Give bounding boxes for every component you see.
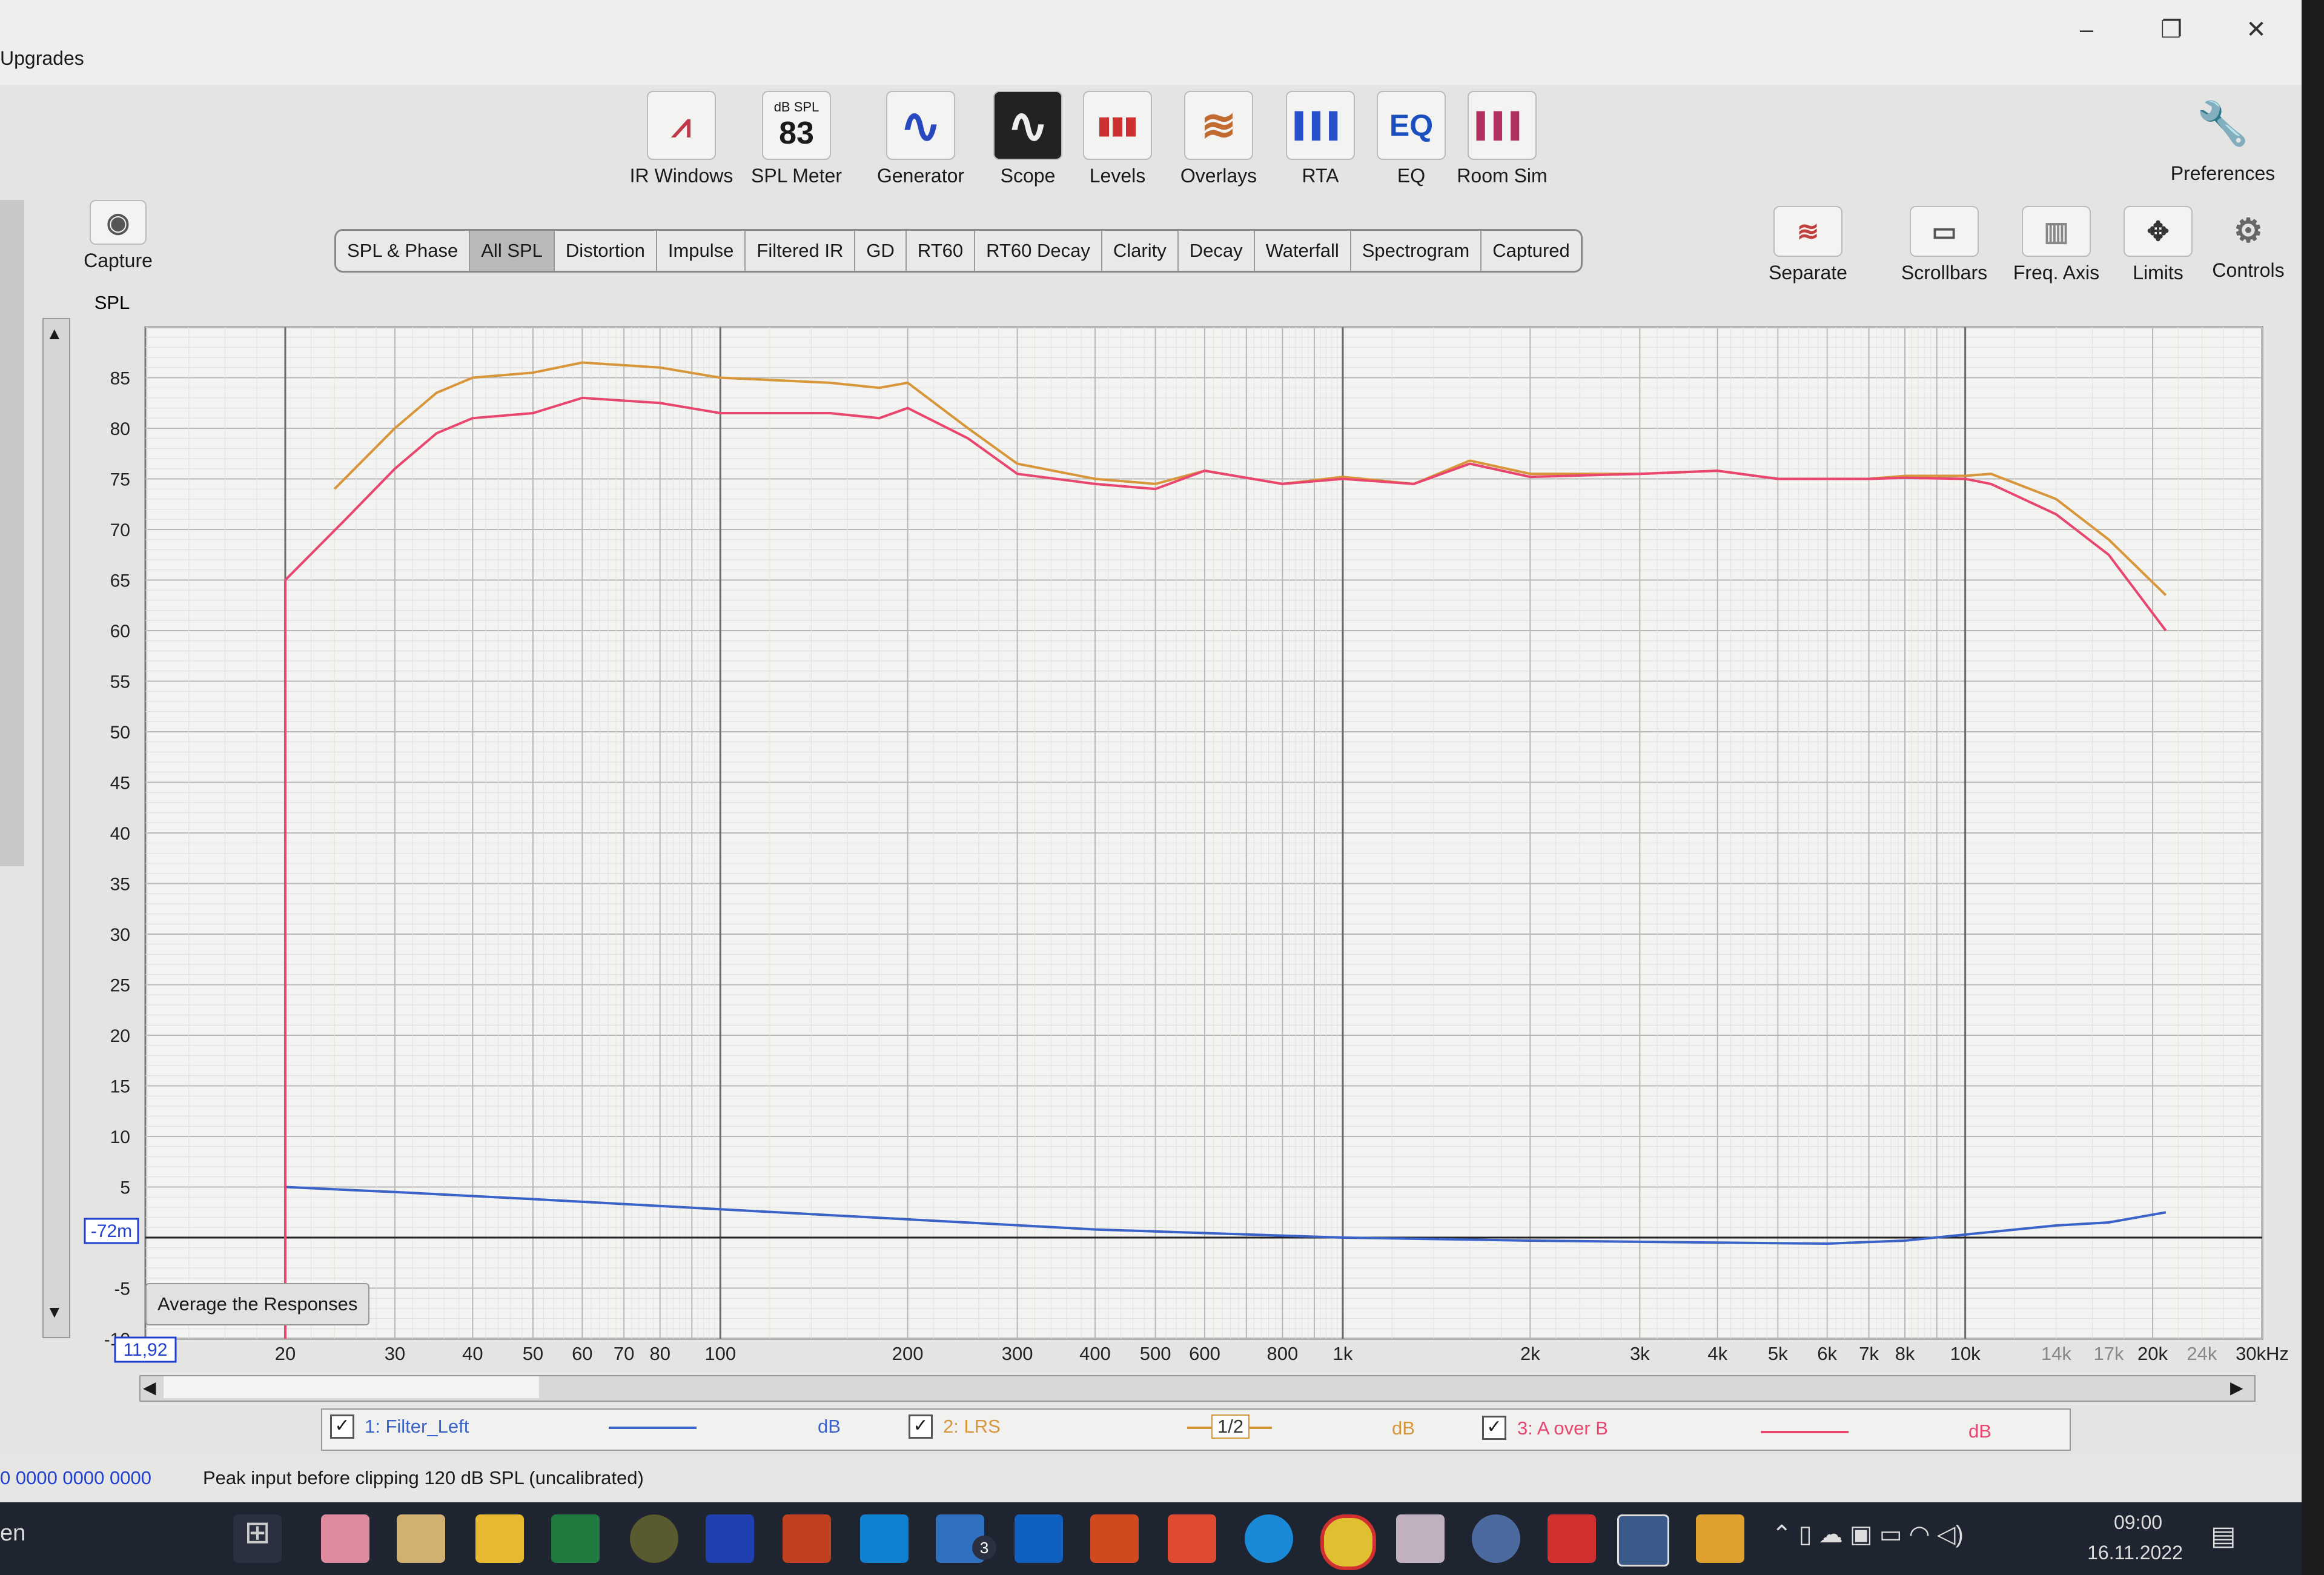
x-tick-label: 8k: [1895, 1343, 1915, 1364]
notification-icon[interactable]: ▤: [2211, 1520, 2236, 1551]
mcafee-icon[interactable]: [783, 1514, 831, 1563]
y-tick-label: 75: [110, 470, 130, 490]
x-tick-label: 80: [649, 1343, 670, 1364]
spl-graph[interactable]: SPL 85 80 75 70 65 60 55 50 45 40 35 30 25 20 15 10 5 -5 -…: [0, 0, 2324, 1575]
acrobat-icon[interactable]: [1548, 1514, 1596, 1563]
y-tick-label: 5: [120, 1178, 130, 1198]
edge-icon[interactable]: [1245, 1514, 1293, 1563]
notes-icon[interactable]: [397, 1514, 445, 1563]
freq-start-readout: 11,92: [124, 1340, 168, 1360]
app-icon-flame[interactable]: [1696, 1514, 1744, 1563]
x-tick-label: 5k: [1768, 1343, 1788, 1364]
y-tick-label: 60: [110, 622, 130, 642]
y-axis-label: SPL: [94, 292, 130, 313]
legend-unit-1: dB: [818, 1416, 841, 1437]
legend-swatch-1: [609, 1427, 697, 1429]
y-tick-label: 35: [110, 875, 130, 895]
x-tick-label: 7k: [1859, 1343, 1879, 1364]
marker-readout: -72m: [91, 1221, 132, 1241]
y-tick-label: 40: [110, 824, 130, 844]
x-tick-label: 500: [1140, 1343, 1171, 1364]
rew-icon[interactable]: [1617, 1514, 1669, 1567]
y-tick-label: 80: [110, 419, 130, 439]
legend-unit-3: dB: [1968, 1421, 1991, 1442]
y-tick-label: 30: [110, 925, 130, 945]
task-view-icon[interactable]: ⊞: [233, 1514, 282, 1563]
x-tick-label: 60: [572, 1343, 592, 1364]
x-tick-label: 6k: [1817, 1343, 1837, 1364]
legend-bar: [321, 1408, 2071, 1451]
chrome-icon[interactable]: [1320, 1514, 1376, 1570]
skype-icon[interactable]: [860, 1514, 909, 1563]
legend-unit-2: dB: [1392, 1418, 1415, 1439]
file-explorer-icon[interactable]: [475, 1514, 524, 1563]
app-icon-m[interactable]: [706, 1514, 754, 1563]
pinwheel-icon[interactable]: [1396, 1514, 1445, 1563]
x-tick-label: 3k: [1630, 1343, 1650, 1364]
x-tick-label: 2k: [1520, 1343, 1540, 1364]
x-tick-label: 20: [275, 1343, 296, 1364]
legend-check-1[interactable]: ✓: [330, 1414, 354, 1439]
average-responses-button[interactable]: Average the Responses: [145, 1283, 370, 1325]
x-tick-label: 30kHz: [2236, 1343, 2289, 1364]
scroll-right-icon[interactable]: ▶: [2230, 1378, 2243, 1398]
powerpoint-icon[interactable]: [1090, 1514, 1139, 1563]
x-tick-label: 70: [614, 1343, 634, 1364]
mail-badge: 3: [972, 1536, 996, 1560]
legend-label-1[interactable]: 1: Filter_Left: [365, 1416, 469, 1437]
x-tick-label: 10k: [1950, 1343, 1981, 1364]
x-tick-label: 40: [462, 1343, 483, 1364]
x-tick-label: 30: [385, 1343, 405, 1364]
itunes-icon[interactable]: [321, 1514, 369, 1563]
y-tick-label: 45: [110, 774, 130, 794]
x-tick-label: 800: [1267, 1343, 1299, 1364]
media-player-icon[interactable]: [1472, 1514, 1520, 1563]
y-tick-label: 25: [110, 976, 130, 996]
legend-check-2[interactable]: ✓: [909, 1414, 933, 1439]
legend-label-3[interactable]: 3: A over B: [1517, 1418, 1608, 1439]
y-tick-label: 50: [110, 723, 130, 743]
office-icon[interactable]: [1168, 1514, 1216, 1563]
clock-time[interactable]: 09:00: [2102, 1511, 2174, 1534]
y-tick-label: 85: [110, 369, 130, 389]
taskbar-lang: en: [0, 1520, 26, 1546]
app-icon-ue[interactable]: [630, 1514, 678, 1563]
x-tick-label: 400: [1079, 1343, 1111, 1364]
y-tick-label: 20: [110, 1026, 130, 1046]
horizontal-scroll-thumb[interactable]: [164, 1376, 539, 1398]
scroll-left-icon[interactable]: ◀: [143, 1378, 156, 1398]
status-bar: 0 0000 0000 0000 Peak input before clipp…: [0, 1454, 2302, 1502]
x-tick-label: 100: [704, 1343, 736, 1364]
x-tick-label: 4k: [1707, 1343, 1727, 1364]
y-tick-label: -5: [114, 1279, 130, 1299]
outlook-icon[interactable]: [1015, 1514, 1063, 1563]
y-tick-label: 70: [110, 520, 130, 540]
y-tick-label: 65: [110, 571, 130, 591]
y-tick-label: 15: [110, 1077, 130, 1097]
x-tick-label: 17k: [2094, 1343, 2124, 1364]
status-message: Peak input before clipping 120 dB SPL (u…: [203, 1467, 644, 1488]
x-tick-label: 24k: [2187, 1343, 2217, 1364]
y-tick-label: 10: [110, 1127, 130, 1147]
x-tick-label: 600: [1189, 1343, 1220, 1364]
x-tick-label: 200: [892, 1343, 924, 1364]
legend-label-2[interactable]: 2: LRS: [943, 1416, 1001, 1437]
x-tick-label: 300: [1002, 1343, 1033, 1364]
x-tick-label: 50: [523, 1343, 543, 1364]
smoothing-badge[interactable]: 1/2: [1211, 1414, 1250, 1439]
legend-swatch-3: [1761, 1431, 1849, 1433]
clock-date[interactable]: 16.11.2022: [2071, 1542, 2199, 1564]
legend-check-3[interactable]: ✓: [1482, 1416, 1506, 1440]
x-tick-label: 1k: [1333, 1343, 1353, 1364]
status-hex: 0 0000 0000 0000: [0, 1467, 151, 1488]
excel-icon[interactable]: [551, 1514, 600, 1563]
x-tick-label: 14k: [2041, 1343, 2071, 1364]
system-tray-icons[interactable]: ⌃ ▯ ☁ ▣ ▭ ◠ ◁): [1772, 1520, 1964, 1548]
x-tick-label: 20k: [2137, 1343, 2168, 1364]
y-tick-label: 55: [110, 672, 130, 692]
